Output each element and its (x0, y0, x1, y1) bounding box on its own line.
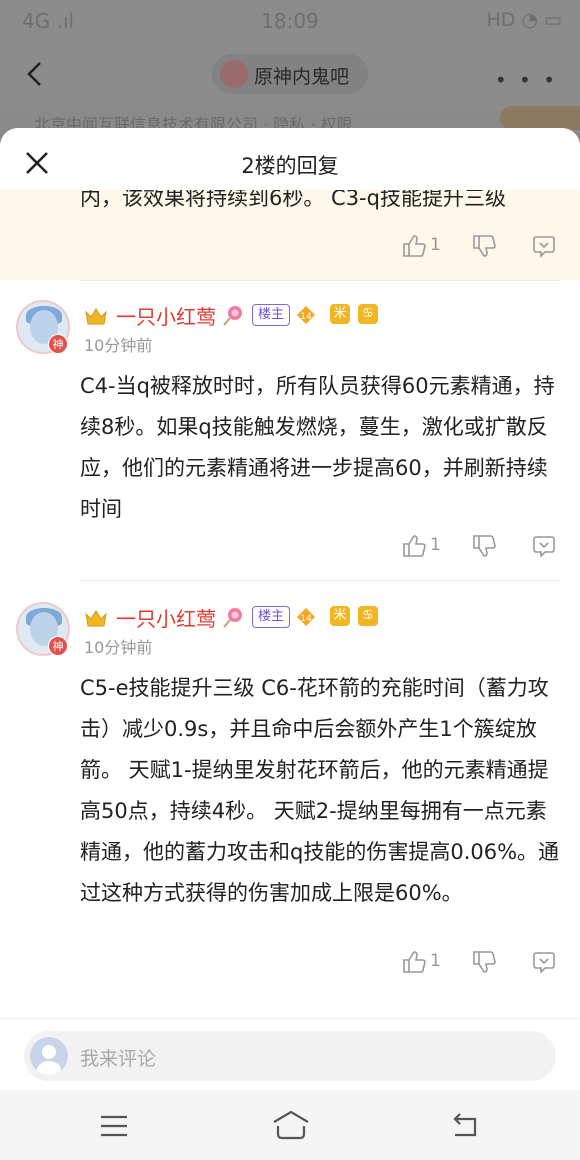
like-count: 1 (430, 951, 441, 971)
menu-icon[interactable] (100, 1114, 128, 1138)
thumbs-up-icon[interactable] (402, 234, 426, 258)
zodiac-icon: 米 (330, 606, 350, 626)
system-indicators: HD ◔ ▭ (486, 9, 562, 31)
background-download-button (500, 106, 580, 130)
crown-icon (85, 610, 107, 627)
forum-name: 原神内鬼吧 (254, 66, 350, 88)
like-count: 1 (430, 535, 441, 555)
username[interactable]: 一只小红莺 (116, 603, 216, 632)
op-badge: 楼主 (252, 304, 291, 326)
god-badge: 神 (48, 636, 68, 656)
status-bar: 4G .ıl 18:09 HD ◔ ▭ (0, 0, 580, 40)
reply-sheet: 2楼的回复 内，该效果将持续到6秒。 C3-q技能提升三级 1 神 一只小红莺 … (0, 128, 580, 1090)
reply-item: 神 一只小红莺 楼主 14 米 ♋ 10分钟前 C4-当q被释放时时，所有队员获… (0, 300, 580, 570)
more-dots-icon[interactable]: • • • (495, 68, 558, 92)
reply-content: C5-e技能提升三级 C6-花环箭的充能时间（蓄力攻击）减少0.9s，并且命中后… (80, 676, 560, 905)
forum-header: 原神内鬼吧 • • • (0, 40, 580, 110)
comment-input[interactable]: 我来评论 (24, 1031, 556, 1081)
crown-icon (85, 308, 107, 325)
zodiac-icon: 米 (330, 304, 350, 324)
zodiac-icon: ♋ (358, 606, 378, 626)
chevron-left-icon[interactable] (22, 60, 50, 88)
svg-text:14: 14 (300, 614, 312, 624)
divider (80, 280, 560, 281)
timestamp: 10分钟前 (84, 638, 153, 657)
comment-icon[interactable] (532, 950, 556, 974)
forum-name-pill[interactable]: 原神内鬼吧 (212, 54, 368, 94)
comment-icon[interactable] (532, 534, 556, 558)
like-count: 1 (430, 235, 441, 255)
reply-item: 神 一只小红莺 楼主 14 米 ♋ 10分钟前 C5-e技能提升三级 C6-花环… (0, 602, 580, 982)
reply-actions: 1 (0, 532, 580, 562)
user-avatar-icon (30, 1037, 68, 1075)
thumbs-down-icon[interactable] (472, 534, 496, 558)
svg-text:14: 14 (300, 312, 312, 322)
zodiac-icon: ♋ (358, 304, 378, 324)
thumbs-down-icon[interactable] (472, 950, 496, 974)
timestamp: 10分钟前 (84, 336, 153, 355)
level-badge-icon: 14 (297, 306, 315, 324)
forum-avatar (220, 60, 248, 88)
divider (80, 580, 560, 581)
system-nav-bar (0, 1090, 580, 1160)
comment-icon[interactable] (532, 234, 556, 258)
main-post-actions: 1 (0, 232, 580, 262)
comment-bar: 我来评论 (0, 1018, 580, 1090)
sheet-header: 2楼的回复 (0, 128, 580, 190)
op-badge: 楼主 (252, 606, 291, 628)
thumbs-up-icon[interactable] (402, 534, 426, 558)
reply-actions: 1 (0, 948, 580, 978)
main-post: 内，该效果将持续到6秒。 C3-q技能提升三级 1 (0, 190, 580, 280)
thumbs-up-icon[interactable] (402, 950, 426, 974)
thumbs-down-icon[interactable] (472, 234, 496, 258)
comment-placeholder: 我来评论 (80, 1048, 157, 1070)
lollipop-icon (223, 608, 242, 628)
back-icon[interactable] (452, 1112, 480, 1138)
level-badge-icon: 14 (297, 608, 315, 626)
main-post-text: 内，该效果将持续到6秒。 C3-q技能提升三级 (80, 190, 506, 210)
username[interactable]: 一只小红莺 (116, 301, 216, 330)
reply-content: C4-当q被释放时时，所有队员获得60元素精通，持续8秒。如果q技能触发燃烧，蔓… (80, 374, 555, 521)
god-badge: 神 (48, 334, 68, 354)
home-icon[interactable] (272, 1110, 310, 1140)
lollipop-icon (223, 306, 242, 326)
sheet-title: 2楼的回复 (241, 154, 339, 178)
